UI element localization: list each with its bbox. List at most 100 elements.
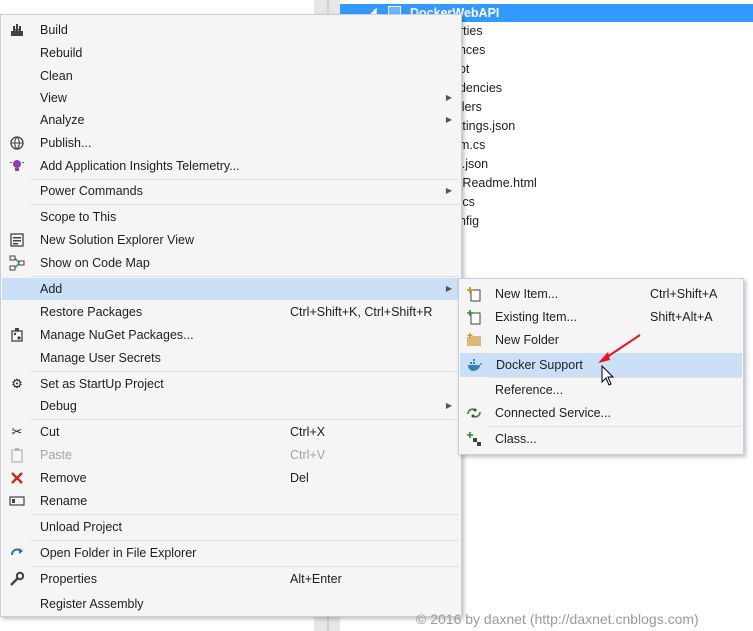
menu-separator — [31, 276, 459, 277]
menu-item-label: Properties — [40, 572, 97, 586]
menu-item-power-commands[interactable]: Power Commands ▶ — [2, 180, 460, 202]
menu-item-label: Open Folder in File Explorer — [40, 546, 197, 560]
shortcut-text: Del — [290, 471, 309, 485]
watermark-text: © 2016 by daxnet (http://daxnet.cnblogs.… — [416, 611, 699, 627]
menu-item-publish[interactable]: Publish... — [2, 132, 460, 154]
menu-item-label: New Item... — [495, 287, 559, 301]
submenu-arrow-icon: ▶ — [445, 115, 452, 124]
menu-item-unload-project[interactable]: Unload Project — [2, 516, 460, 538]
submenu-arrow-icon: ▶ — [445, 93, 452, 102]
menu-item-label: Reference... — [495, 383, 564, 397]
shortcut-text: Shift+Alt+A — [650, 310, 713, 324]
submenu-item-class[interactable]: Class... — [460, 428, 742, 450]
menu-item-register-assembly[interactable]: Register Assembly — [2, 593, 460, 615]
refresh-arrow-icon — [9, 545, 25, 561]
menu-item-paste[interactable]: Paste Ctrl+V — [2, 444, 460, 466]
submenu-item-connected-service[interactable]: Connected Service... — [460, 402, 742, 424]
menu-separator — [31, 514, 459, 515]
menu-item-rebuild[interactable]: Rebuild — [2, 42, 460, 64]
menu-item-label: Class... — [495, 432, 537, 446]
shortcut-text: Ctrl+V — [290, 448, 326, 462]
menu-separator — [489, 377, 741, 378]
menu-item-label: Debug — [40, 399, 77, 413]
explorer-view-icon — [9, 232, 25, 248]
menu-item-cut[interactable]: ✂ Cut Ctrl+X — [2, 421, 460, 443]
menu-item-manage-nuget[interactable]: Manage NuGet Packages... — [2, 324, 460, 346]
menu-item-add[interactable]: Add ▶ — [2, 278, 460, 300]
menu-item-label: Add Application Insights Telemetry... — [40, 159, 240, 173]
menu-item-label: Cut — [40, 425, 60, 439]
menu-item-properties[interactable]: Properties Alt+Enter — [2, 568, 460, 590]
tree-item[interactable]: t_Readme.html — [452, 174, 537, 192]
submenu-arrow-icon: ▶ — [445, 284, 452, 293]
project-context-menu: Build Rebuild Clean View ▶ Analyze ▶ Pub… — [0, 14, 462, 617]
red-x-icon — [9, 470, 25, 486]
class-icon — [466, 431, 482, 447]
menu-item-label: Rename — [40, 494, 88, 508]
new-item-icon — [466, 286, 482, 302]
submenu-arrow-icon: ▶ — [445, 401, 452, 410]
menu-item-set-startup[interactable]: ⚙ Set as StartUp Project — [2, 373, 460, 395]
menu-item-label: Clean — [40, 69, 73, 83]
menu-item-user-secrets[interactable]: Manage User Secrets — [2, 347, 460, 369]
shortcut-text: Ctrl+X — [290, 425, 326, 439]
menu-item-clean[interactable]: Clean — [2, 65, 460, 87]
nuget-icon — [9, 327, 25, 343]
menu-item-label: Existing Item... — [495, 310, 577, 324]
scissors-icon: ✂ — [11, 424, 23, 439]
menu-item-label: Build — [40, 23, 68, 37]
menu-item-label: Restore Packages — [40, 305, 143, 319]
menu-item-label: Analyze — [40, 113, 85, 127]
menu-item-new-explorer-view[interactable]: New Solution Explorer View — [2, 229, 460, 251]
menu-item-label: New Folder — [495, 333, 559, 347]
wrench-icon — [9, 571, 25, 587]
menu-item-label: Show on Code Map — [40, 256, 150, 270]
menu-separator — [489, 426, 741, 427]
menu-item-open-folder[interactable]: Open Folder in File Explorer — [2, 542, 460, 564]
menu-item-remove[interactable]: Remove Del — [2, 467, 460, 489]
shortcut-text: Alt+Enter — [290, 572, 342, 586]
menu-separator — [31, 419, 459, 420]
connected-service-icon — [466, 405, 482, 421]
menu-item-build[interactable]: Build — [2, 19, 460, 41]
menu-item-label: Docker Support — [496, 358, 583, 372]
lightbulb-icon — [9, 158, 25, 174]
submenu-arrow-icon: ▶ — [445, 186, 452, 195]
menu-item-scope-to-this[interactable]: Scope to This — [2, 206, 460, 228]
menu-item-restore-packages[interactable]: Restore Packages Ctrl+Shift+K, Ctrl+Shif… — [2, 301, 460, 323]
mouse-cursor-icon — [601, 365, 615, 386]
menu-item-label: Register Assembly — [40, 597, 144, 611]
menu-item-app-insights[interactable]: Add Application Insights Telemetry... — [2, 155, 460, 177]
menu-item-analyze[interactable]: Analyze ▶ — [2, 109, 460, 131]
gear-icon: ⚙ — [11, 376, 23, 391]
menu-separator — [31, 204, 459, 205]
menu-item-label: Connected Service... — [495, 406, 612, 420]
menu-item-label: Power Commands — [40, 184, 143, 198]
menu-item-view[interactable]: View ▶ — [2, 87, 460, 109]
menu-item-label: Unload Project — [40, 520, 122, 534]
menu-separator — [31, 566, 459, 567]
menu-separator — [31, 371, 459, 372]
menu-item-label: Set as StartUp Project — [40, 377, 164, 391]
submenu-item-new-item[interactable]: New Item... Ctrl+Shift+A — [460, 283, 742, 305]
existing-item-icon — [466, 309, 482, 325]
menu-item-label: New Solution Explorer View — [40, 233, 195, 247]
build-icon — [9, 22, 25, 38]
menu-item-label: Paste — [40, 448, 72, 462]
docker-whale-icon — [467, 357, 483, 373]
globe-icon — [9, 135, 25, 151]
code-map-icon — [9, 255, 25, 271]
menu-item-rename[interactable]: Rename — [2, 490, 460, 512]
submenu-item-existing-item[interactable]: Existing Item... Shift+Alt+A — [460, 306, 742, 328]
menu-item-code-map[interactable]: Show on Code Map — [2, 252, 460, 274]
menu-item-debug[interactable]: Debug ▶ — [2, 395, 460, 417]
menu-item-label: Rebuild — [40, 46, 83, 60]
shortcut-text: Ctrl+Shift+K, Ctrl+Shift+R — [290, 305, 433, 319]
menu-item-label: Manage User Secrets — [40, 351, 161, 365]
menu-item-label: Remove — [40, 471, 87, 485]
annotation-arrow-icon — [598, 334, 641, 363]
menu-item-label: Add — [40, 282, 63, 296]
clipboard-icon — [9, 447, 25, 463]
menu-item-label: View — [40, 91, 67, 105]
menu-item-label: Scope to This — [40, 210, 117, 224]
